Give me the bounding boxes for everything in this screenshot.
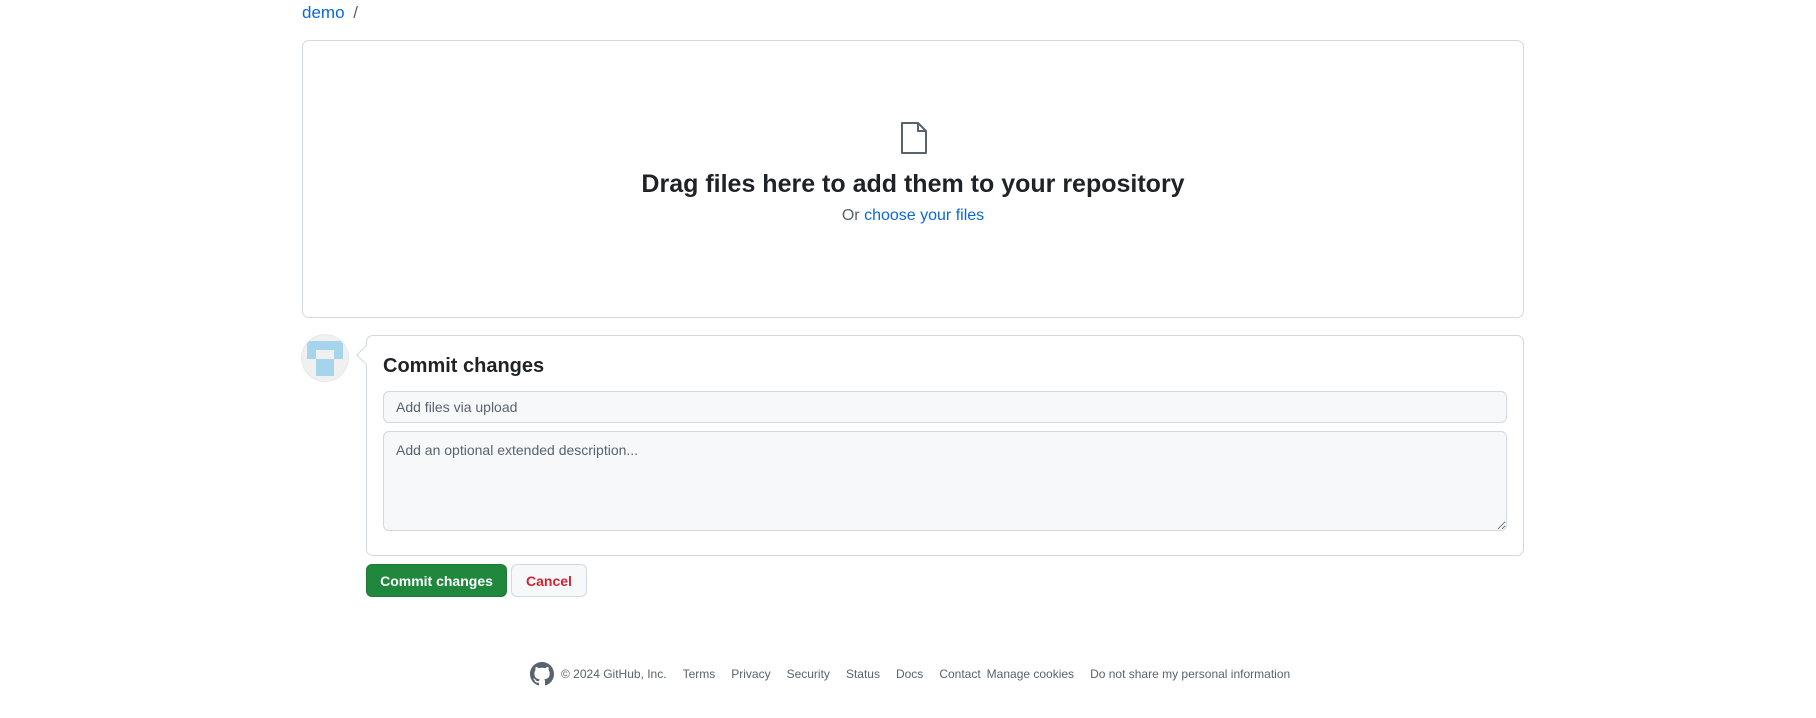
footer-link-terms[interactable]: Terms (683, 667, 716, 681)
breadcrumb-separator: / (353, 3, 358, 22)
commit-heading: Commit changes (383, 355, 545, 377)
footer-link-do-not-share[interactable]: Do not share my personal information (1090, 667, 1290, 681)
cancel-button[interactable]: Cancel (511, 564, 587, 597)
github-icon[interactable] (530, 662, 554, 686)
footer: © 2024 GitHub, Inc. Terms Privacy Securi… (530, 662, 1306, 686)
choose-files-link[interactable]: choose your files (864, 207, 984, 224)
commit-message-input[interactable] (383, 391, 1507, 423)
drop-zone-subtitle: Or choose your files (303, 207, 1523, 225)
commit-form: Commit changes (366, 335, 1524, 556)
footer-link-manage-cookies[interactable]: Manage cookies (987, 667, 1074, 681)
footer-link-docs[interactable]: Docs (896, 667, 923, 681)
drop-zone-or-text: Or (841, 207, 860, 224)
file-icon (901, 122, 927, 154)
commit-changes-button[interactable]: Commit changes (366, 564, 507, 597)
footer-link-security[interactable]: Security (787, 667, 830, 681)
footer-link-status[interactable]: Status (846, 667, 880, 681)
identicon-avatar (302, 335, 348, 381)
file-drop-zone[interactable]: Drag files here to add them to your repo… (302, 40, 1524, 318)
footer-link-privacy[interactable]: Privacy (731, 667, 770, 681)
breadcrumb: demo / (302, 3, 358, 23)
footer-copyright: © 2024 GitHub, Inc. (561, 667, 667, 681)
avatar (302, 335, 348, 381)
commit-description-textarea[interactable] (383, 431, 1507, 531)
drop-zone-title: Drag files here to add them to your repo… (641, 170, 1185, 198)
footer-link-contact[interactable]: Contact (939, 667, 980, 681)
breadcrumb-repo-link[interactable]: demo (302, 3, 345, 22)
